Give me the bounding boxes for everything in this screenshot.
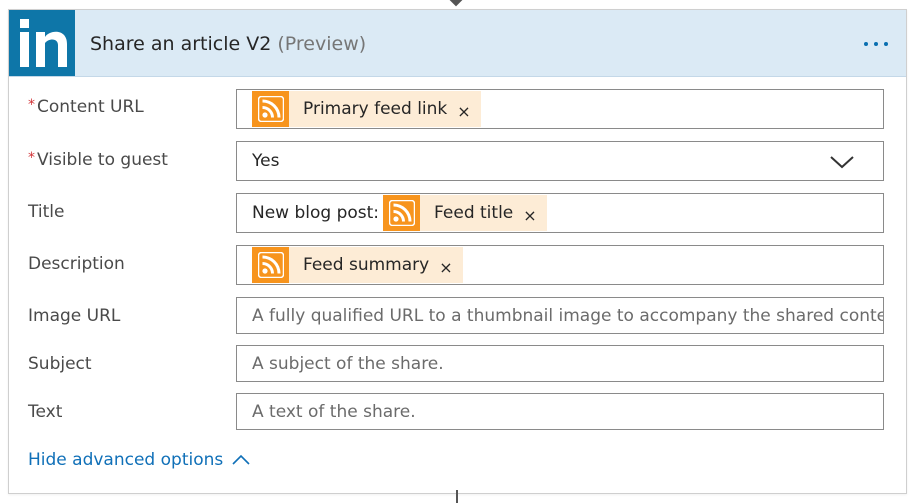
- content-url-field[interactable]: Primary feed link ×: [236, 89, 884, 129]
- image-url-label: Image URL: [28, 306, 121, 326]
- dropdown-value: Yes: [252, 151, 280, 171]
- dynamic-token-feed-title[interactable]: Feed title ×: [383, 195, 547, 231]
- action-card: Share an article V2 (Preview) * Content U…: [8, 9, 907, 494]
- subject-field[interactable]: A subject of the share.: [236, 345, 884, 382]
- token-label: Primary feed link: [303, 99, 448, 119]
- text-placeholder: A text of the share.: [252, 401, 416, 422]
- chevron-up-icon: [232, 454, 250, 465]
- dynamic-token-primary-feed-link[interactable]: Primary feed link ×: [252, 91, 481, 127]
- action-title-text: Share an article V2: [90, 33, 272, 55]
- flow-connector-arrow: [449, 0, 463, 7]
- token-label: Feed title: [434, 203, 514, 223]
- title-prefix-text: New blog post:: [252, 203, 380, 223]
- preview-label: (Preview): [277, 33, 367, 55]
- rss-icon: [252, 91, 289, 127]
- subject-label: Subject: [28, 354, 92, 374]
- token-label: Feed summary: [303, 255, 430, 275]
- required-marker: *: [28, 150, 35, 166]
- dynamic-token-feed-summary[interactable]: Feed summary ×: [252, 247, 463, 283]
- text-label: Text: [28, 402, 63, 422]
- action-header[interactable]: Share an article V2 (Preview): [9, 10, 906, 77]
- subject-placeholder: A subject of the share.: [252, 353, 444, 374]
- linkedin-logo-icon: [9, 10, 75, 76]
- description-label: Description: [28, 254, 125, 274]
- required-marker: *: [28, 97, 35, 113]
- image-url-field[interactable]: A fully qualified URL to a thumbnail ima…: [236, 297, 884, 334]
- token-remove-icon[interactable]: ×: [523, 206, 536, 225]
- hide-advanced-options-link[interactable]: Hide advanced options: [28, 450, 251, 470]
- token-remove-icon[interactable]: ×: [457, 102, 470, 121]
- title-field[interactable]: New blog post: Feed title ×: [236, 193, 884, 233]
- flow-connector-line: [456, 490, 458, 503]
- description-field[interactable]: Feed summary ×: [236, 245, 884, 285]
- content-url-label: * Content URL: [28, 97, 144, 117]
- title-label: Title: [28, 202, 65, 222]
- rss-icon: [252, 247, 289, 283]
- action-title: Share an article V2 (Preview): [90, 33, 366, 55]
- token-remove-icon[interactable]: ×: [439, 258, 452, 277]
- visible-to-guest-dropdown[interactable]: Yes: [236, 141, 884, 181]
- rss-icon: [383, 195, 421, 231]
- image-url-placeholder: A fully qualified URL to a thumbnail ima…: [252, 305, 884, 326]
- advanced-options-label: Hide advanced options: [28, 450, 224, 470]
- text-field[interactable]: A text of the share.: [236, 393, 884, 430]
- visible-to-guest-label: * Visible to guest: [28, 150, 168, 170]
- chevron-down-icon[interactable]: [829, 154, 855, 170]
- more-options-icon[interactable]: [856, 30, 896, 58]
